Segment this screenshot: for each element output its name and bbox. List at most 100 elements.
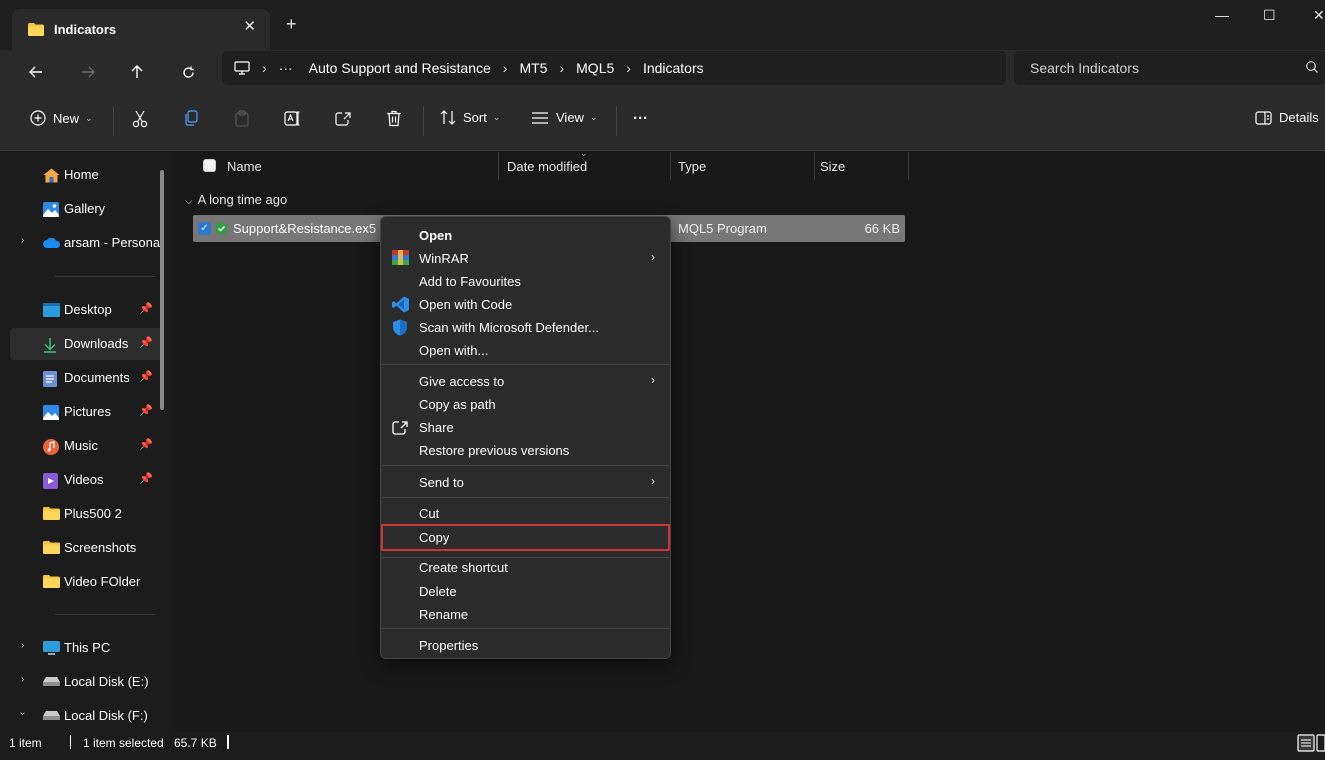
menu-item-cut[interactable]: Cut [382,501,669,524]
menu-item-properties[interactable]: Properties [382,633,669,656]
details-view-icon[interactable] [1297,733,1325,753]
sidebar-item-this-pc[interactable]: › This PC [10,632,162,664]
menu-item-scan-defender[interactable]: Scan with Microsoft Defender... [382,315,669,338]
breadcrumb-overflow[interactable]: ··· [279,60,293,76]
pin-icon[interactable]: 📌 [139,336,153,349]
breadcrumb-chevron-icon[interactable]: › [626,60,631,76]
sidebar-item-music[interactable]: Music 📌 [10,430,162,462]
new-button[interactable]: New ⌄ [30,110,93,126]
menu-item-restore-versions[interactable]: Restore previous versions [382,438,669,461]
expand-chevron-icon[interactable]: › [21,640,24,651]
tab-close-button[interactable]: ✕ [243,17,256,35]
search-input[interactable]: Search Indicators [1014,51,1325,85]
minimize-button[interactable]: — [1215,7,1229,23]
share-button[interactable] [335,110,352,126]
sidebar-item-downloads[interactable]: Downloads 📌 [10,328,162,360]
sidebar-item-documents[interactable]: Documents 📌 [10,362,162,394]
breadcrumb-item-indicators[interactable]: Indicators [643,60,704,76]
column-header-date-modified[interactable]: Date modified [507,159,587,174]
tab-indicators[interactable]: Indicators ✕ [12,9,270,50]
column-divider[interactable] [814,152,815,180]
group-header[interactable]: ⌵ A long time ago [185,192,287,207]
menu-item-add-favourites[interactable]: Add to Favourites [382,269,669,292]
folder-icon [43,541,60,554]
pin-icon[interactable]: 📌 [139,404,153,417]
menu-item-copy-as-path[interactable]: Copy as path [382,392,669,415]
paste-button[interactable] [234,110,250,127]
view-button[interactable]: View ⌄ [531,110,598,125]
delete-button[interactable] [386,110,402,127]
more-options-button[interactable]: ··· [633,110,648,127]
copy-button[interactable] [183,110,199,126]
maximize-button[interactable]: ☐ [1263,7,1276,24]
new-tab-button[interactable]: + [286,14,297,35]
new-label: New [53,110,80,126]
close-window-button[interactable]: ✕ [1313,7,1325,24]
pin-icon[interactable]: 📌 [139,370,153,383]
sidebar-item-desktop[interactable]: Desktop 📌 [10,294,162,326]
sidebar-item-plus500[interactable]: Plus500 2 [10,498,162,530]
sidebar-item-local-disk-e[interactable]: › Local Disk (E:) [10,666,162,698]
row-checkbox[interactable]: ✓ [198,222,211,235]
sidebar-item-screenshots[interactable]: Screenshots [10,532,162,564]
tab-title: Indicators [54,22,117,37]
sidebar-item-label: Local Disk (E:) [64,674,149,689]
sort-label: Sort [463,110,487,125]
pin-icon[interactable]: 📌 [139,438,153,451]
column-header-name[interactable]: Name [227,159,262,174]
menu-item-create-shortcut[interactable]: Create shortcut [382,555,669,578]
item-count: 1 item [9,736,42,750]
onedrive-icon [43,238,60,248]
sidebar-item-onedrive[interactable]: › arsam - Persona [10,227,162,259]
sort-button[interactable]: Sort ⌄ [440,110,500,125]
breadcrumb-chevron-icon[interactable]: › [262,60,267,76]
up-button[interactable] [122,58,152,86]
back-button[interactable] [21,58,51,86]
pin-icon[interactable]: 📌 [139,472,153,485]
menu-item-share[interactable]: Share [382,415,669,438]
sidebar-item-home[interactable]: Home [10,159,162,191]
cut-button[interactable] [132,110,148,128]
select-all-checkbox[interactable] [203,159,216,172]
menu-item-delete[interactable]: Delete [382,579,669,602]
expand-chevron-icon[interactable]: › [21,235,24,246]
breadcrumb-item-auto-support[interactable]: Auto Support and Resistance [309,60,491,76]
column-divider[interactable] [908,152,909,180]
menu-item-open[interactable]: Open [382,223,669,246]
sidebar-item-label: Pictures [64,404,111,419]
sidebar-scrollbar[interactable] [160,170,164,410]
sidebar-item-local-disk-f[interactable]: › Local Disk (F:) [10,700,162,732]
refresh-button[interactable] [173,58,203,86]
breadcrumb-item-mql5[interactable]: MQL5 [576,60,614,76]
verified-shield-icon [215,222,228,235]
details-pane-button[interactable]: Details [1255,110,1319,125]
collapse-chevron-icon[interactable]: › [17,712,28,715]
forward-button[interactable] [73,58,103,86]
menu-item-send-to[interactable]: Send to › [382,470,669,493]
pin-icon[interactable]: 📌 [139,302,153,315]
menu-item-give-access[interactable]: Give access to › [382,369,669,392]
menu-item-open-with-code[interactable]: Open with Code [382,292,669,315]
computer-icon[interactable] [234,61,250,75]
menu-item-open-with[interactable]: Open with... [382,338,669,361]
sidebar-item-pictures[interactable]: Pictures 📌 [10,396,162,428]
search-icon [1306,61,1318,73]
rename-button[interactable] [284,110,301,127]
file-list[interactable]: Name Date modified ⌄ Type Size ⌵ A long t… [175,148,1325,732]
menu-item-winrar[interactable]: WinRAR › [382,246,669,269]
expand-chevron-icon[interactable]: › [21,674,24,685]
breadcrumb-chevron-icon[interactable]: › [559,60,564,76]
column-header-size[interactable]: Size [820,159,845,174]
sidebar-item-videos[interactable]: Videos 📌 [10,464,162,496]
sidebar-item-video-folder[interactable]: Video FOlder [10,566,162,598]
navigation-pane[interactable]: Home Gallery › arsam - Persona Desktop 📌… [8,152,175,732]
breadcrumb-chevron-icon[interactable]: › [503,60,508,76]
column-divider[interactable] [498,152,499,180]
column-divider[interactable] [670,152,671,180]
menu-item-copy[interactable]: Copy [381,524,670,551]
breadcrumb-item-mt5[interactable]: MT5 [519,60,547,76]
menu-item-rename[interactable]: Rename [382,602,669,625]
sidebar-item-gallery[interactable]: Gallery [10,193,162,225]
column-header-type[interactable]: Type [678,159,706,174]
breadcrumb[interactable]: › ··· Auto Support and Resistance › MT5 … [222,51,1006,85]
